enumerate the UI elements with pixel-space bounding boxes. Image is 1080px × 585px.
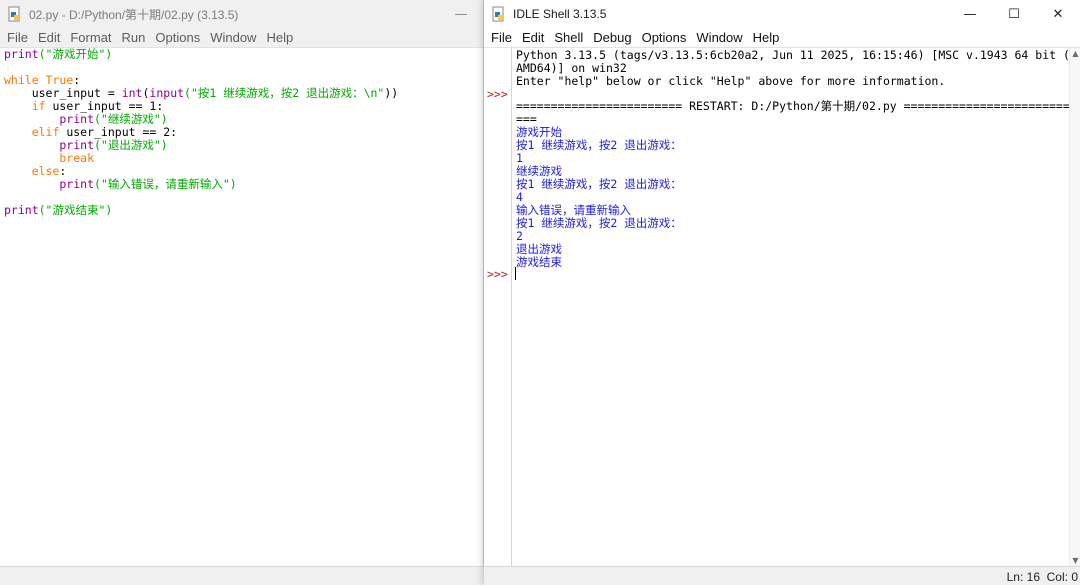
scroll-up-icon[interactable]: ▲ bbox=[1070, 48, 1080, 59]
text-cursor bbox=[515, 267, 516, 280]
shell-prompt: >>> bbox=[487, 87, 508, 101]
close-button[interactable]: ✕ bbox=[1036, 0, 1080, 28]
code-line: print("游戏结束") bbox=[4, 203, 113, 217]
shell-menu-options[interactable]: Options bbox=[637, 30, 692, 45]
banner-line: Enter "help" below or click "Help" above… bbox=[516, 74, 946, 88]
shell-statusbar: Ln: 16 Col: 0 bbox=[484, 566, 1080, 585]
shell-menu-edit[interactable]: Edit bbox=[517, 30, 549, 45]
shell-menu-help[interactable]: Help bbox=[748, 30, 785, 45]
output-line: 按1 继续游戏，按2 退出游戏： bbox=[516, 138, 682, 152]
output-line: 按1 继续游戏，按2 退出游戏： bbox=[516, 216, 682, 230]
output-line: 退出游戏 bbox=[516, 242, 562, 256]
editor-menu-options[interactable]: Options bbox=[150, 30, 205, 45]
shell-menu-debug[interactable]: Debug bbox=[588, 30, 636, 45]
editor-menu-edit[interactable]: Edit bbox=[33, 30, 65, 45]
editor-menubar: File Edit Format Run Options Window Help bbox=[0, 28, 483, 48]
user-input-line: 2 bbox=[516, 229, 523, 243]
shell-vertical-scrollbar[interactable]: ▲ ▼ bbox=[1069, 48, 1080, 566]
editor-menu-format[interactable]: Format bbox=[65, 30, 116, 45]
restart-line: ======================== RESTART: D:/Pyt… bbox=[516, 99, 1070, 113]
status-column-number: Col: 0 bbox=[1046, 570, 1078, 584]
shell-prompt-gutter bbox=[484, 48, 512, 566]
shell-menu-shell[interactable]: Shell bbox=[549, 30, 588, 45]
shell-output-area[interactable]: Python 3.13.5 (tags/v3.13.5:6cb20a2, Jun… bbox=[516, 49, 1070, 269]
output-line: 游戏结束 bbox=[516, 255, 562, 269]
editor-titlebar[interactable]: 02.py - D:/Python/第十期/02.py (3.13.5) bbox=[0, 0, 483, 28]
editor-menu-file[interactable]: File bbox=[2, 30, 33, 45]
editor-menu-window[interactable]: Window bbox=[205, 30, 261, 45]
user-input-line: 1 bbox=[516, 151, 523, 165]
shell-menu-window[interactable]: Window bbox=[691, 30, 747, 45]
editor-minimize-button[interactable]: — bbox=[450, 0, 472, 28]
output-line: 按1 继续游戏，按2 退出游戏： bbox=[516, 177, 682, 191]
editor-bottom-bar bbox=[0, 566, 484, 585]
code-line: print("游戏开始") bbox=[4, 47, 113, 61]
restart-line: === bbox=[516, 112, 537, 126]
minimize-button[interactable]: — bbox=[948, 0, 992, 28]
editor-title: 02.py - D:/Python/第十期/02.py (3.13.5) bbox=[29, 7, 239, 22]
python-shell-icon bbox=[491, 6, 507, 22]
status-line-number: Ln: 16 bbox=[1006, 570, 1040, 584]
maximize-button[interactable]: ☐ bbox=[992, 0, 1036, 28]
scroll-down-icon[interactable]: ▼ bbox=[1070, 555, 1080, 566]
shell-prompt: >>> bbox=[487, 267, 508, 281]
shell-menu-file[interactable]: File bbox=[486, 30, 517, 45]
code-line: print("输入错误，请重新输入") bbox=[4, 177, 237, 191]
editor-menu-run[interactable]: Run bbox=[117, 30, 151, 45]
python-file-icon bbox=[7, 6, 23, 22]
editor-code-area[interactable]: print("游戏开始")​while True: user_input = i… bbox=[4, 48, 398, 217]
editor-menu-help[interactable]: Help bbox=[261, 30, 298, 45]
shell-menubar: File Edit Shell Debug Options Window Hel… bbox=[484, 28, 1080, 48]
shell-title: IDLE Shell 3.13.5 bbox=[513, 7, 607, 21]
